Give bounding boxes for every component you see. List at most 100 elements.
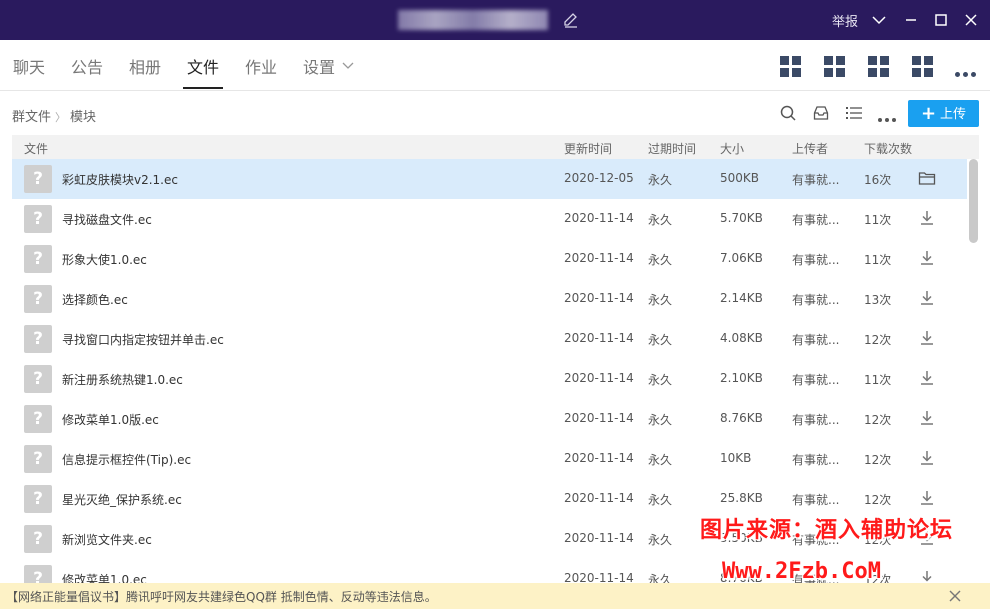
watermark-source: 图片来源：酒入辅助论坛 — [700, 518, 954, 543]
more-options-icon[interactable] — [878, 111, 899, 126]
cell-expires: 永久 — [648, 413, 673, 427]
list-view-icon[interactable] — [846, 105, 862, 121]
breadcrumb-root[interactable]: 群文件 — [12, 110, 51, 125]
inbox-icon[interactable] — [813, 105, 829, 121]
cell-expires: 永久 — [648, 173, 673, 187]
group-name-blurred — [398, 10, 548, 30]
app-grid-icon[interactable] — [780, 56, 801, 77]
table-row[interactable]: ? 寻找窗口内指定按钮并单击.ec 2020-11-14 永久 4.08KB 有事就...… — [12, 319, 967, 359]
tab-announcements[interactable]: 公告 — [71, 54, 103, 78]
cell-downloads: 11次 — [864, 373, 892, 387]
tab-homework[interactable]: 作业 — [245, 54, 277, 78]
file-type-icon: ? — [24, 525, 52, 553]
cell-expires: 永久 — [648, 493, 673, 507]
table-row[interactable]: ? 新注册系统热键1.0.ec 2020-11-14 永久 2.10KB 有事就... 11… — [12, 359, 967, 399]
plus-icon: + — [920, 103, 937, 124]
file-type-icon: ? — [24, 365, 52, 393]
tab-settings[interactable]: 设置 — [303, 54, 335, 78]
file-name[interactable]: 修改菜单1.0版.ec — [62, 411, 159, 428]
download-icon[interactable] — [918, 329, 936, 347]
cell-uploader: 有事就... — [792, 213, 840, 227]
tab-album[interactable]: 相册 — [129, 54, 161, 78]
file-name[interactable]: 新浏览文件夹.ec — [62, 531, 152, 548]
app-grid-icon[interactable] — [868, 56, 889, 77]
maximize-icon[interactable] — [931, 10, 951, 30]
cell-updated: 2020-12-05 — [564, 171, 634, 185]
table-row[interactable]: ? 形象大使1.0.ec 2020-11-14 永久 7.06KB 有事就... 11次 — [12, 239, 967, 279]
cell-size: 500KB — [720, 171, 760, 185]
notice-text[interactable]: 【网络正能量倡议书】腾讯呼吁网友共建绿色QQ群 抵制色情、反动等违法信息。 — [6, 588, 437, 605]
file-type-icon: ? — [24, 485, 52, 513]
upload-label: 上传 — [940, 107, 967, 122]
file-name[interactable]: 新注册系统热键1.0.ec — [62, 371, 183, 388]
more-icon[interactable] — [955, 66, 979, 81]
table-row[interactable]: ? 选择颜色.ec 2020-11-14 永久 2.14KB 有事就... 13次 — [12, 279, 967, 319]
file-name[interactable]: 寻找磁盘文件.ec — [62, 211, 152, 228]
tab-chat[interactable]: 聊天 — [13, 54, 45, 78]
file-name[interactable]: 信息提示框控件(Tip).ec — [62, 451, 191, 468]
table-row[interactable]: ? 彩虹皮肤模块v2.1.ec 2020-12-05 永久 500KB 有事就... 16次 — [12, 159, 967, 199]
file-name[interactable]: 修改菜单1.0.ec — [62, 571, 147, 583]
column-uploader[interactable]: 上传者 — [792, 140, 828, 157]
column-updated[interactable]: 更新时间 — [564, 140, 612, 157]
search-icon[interactable] — [780, 105, 796, 121]
download-icon[interactable] — [918, 409, 936, 427]
cell-downloads: 12次 — [864, 493, 892, 507]
minimize-icon[interactable] — [901, 10, 921, 30]
cell-downloads: 12次 — [864, 333, 892, 347]
chevron-down-icon[interactable] — [342, 62, 354, 70]
cell-uploader: 有事就... — [792, 253, 840, 267]
cell-downloads: 11次 — [864, 253, 892, 267]
folder-icon[interactable] — [918, 169, 936, 187]
upload-button[interactable]: + 上传 — [908, 100, 979, 127]
scrollbar[interactable] — [969, 159, 978, 243]
table-row[interactable]: ? 信息提示框控件(Tip).ec 2020-11-14 永久 10KB 有事就... 12… — [12, 439, 967, 479]
download-icon[interactable] — [918, 569, 936, 583]
edit-icon[interactable] — [562, 11, 580, 29]
cell-uploader: 有事就... — [792, 293, 840, 307]
cell-expires: 永久 — [648, 573, 673, 583]
file-name[interactable]: 选择颜色.ec — [62, 291, 128, 308]
column-downloads[interactable]: 下载次数 — [864, 140, 912, 157]
download-icon[interactable] — [918, 489, 936, 507]
file-name[interactable]: 星光灭绝_保护系统.ec — [62, 491, 182, 508]
file-type-icon: ? — [24, 565, 52, 583]
chevron-down-icon[interactable] — [869, 10, 889, 30]
file-type-icon: ? — [24, 205, 52, 233]
close-icon[interactable] — [948, 589, 962, 603]
file-name[interactable]: 寻找窗口内指定按钮并单击.ec — [62, 331, 224, 348]
table-row[interactable]: ? 修改菜单1.0版.ec 2020-11-14 永久 8.76KB 有事就... 12次 — [12, 399, 967, 439]
table-row[interactable]: ? 寻找磁盘文件.ec 2020-11-14 永久 5.70KB 有事就... 11次 — [12, 199, 967, 239]
cell-updated: 2020-11-14 — [564, 371, 634, 385]
download-icon[interactable] — [918, 249, 936, 267]
cell-updated: 2020-11-14 — [564, 291, 634, 305]
column-file[interactable]: 文件 — [24, 140, 48, 157]
cell-downloads: 12次 — [864, 453, 892, 467]
cell-size: 7.06KB — [720, 251, 763, 265]
file-name[interactable]: 形象大使1.0.ec — [62, 251, 147, 268]
cell-uploader: 有事就... — [792, 413, 840, 427]
cell-expires: 永久 — [648, 453, 673, 467]
file-name[interactable]: 彩虹皮肤模块v2.1.ec — [62, 171, 178, 188]
report-button[interactable]: 举报 — [832, 11, 858, 30]
file-type-icon: ? — [24, 445, 52, 473]
notice-bar: 【网络正能量倡议书】腾讯呼吁网友共建绿色QQ群 抵制色情、反动等违法信息。 — [0, 583, 990, 609]
cell-uploader: 有事就... — [792, 453, 840, 467]
cell-expires: 永久 — [648, 533, 673, 547]
cell-downloads: 11次 — [864, 213, 892, 227]
cell-updated: 2020-11-14 — [564, 451, 634, 465]
tab-files[interactable]: 文件 — [187, 54, 219, 78]
download-icon[interactable] — [918, 209, 936, 227]
app-grid-icon[interactable] — [824, 56, 845, 77]
active-tab-indicator — [183, 87, 223, 89]
title-bar: 举报 — [0, 0, 990, 40]
close-icon[interactable] — [961, 10, 981, 30]
column-size[interactable]: 大小 — [720, 140, 744, 157]
cell-uploader: 有事就... — [792, 173, 840, 187]
column-expires[interactable]: 过期时间 — [648, 140, 696, 157]
app-grid-icon[interactable] — [912, 56, 933, 77]
download-icon[interactable] — [918, 449, 936, 467]
download-icon[interactable] — [918, 289, 936, 307]
download-icon[interactable] — [918, 369, 936, 387]
cell-uploader: 有事就... — [792, 493, 840, 507]
